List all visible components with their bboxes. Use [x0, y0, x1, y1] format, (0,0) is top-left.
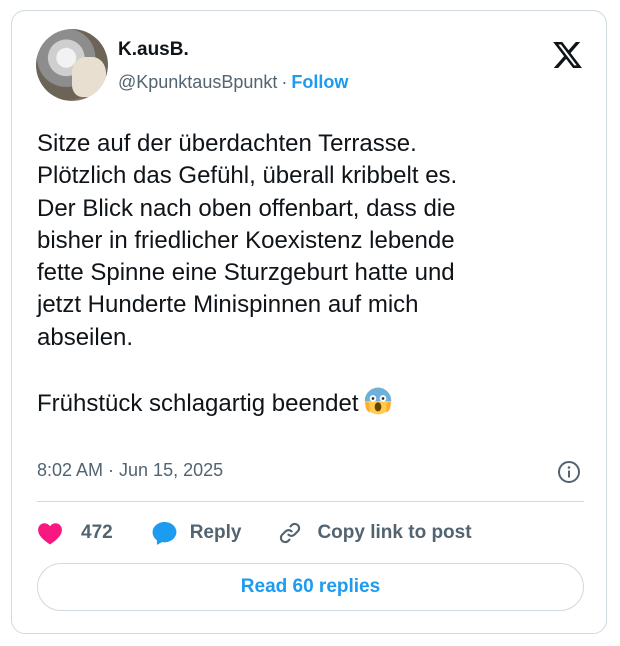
- heart-icon: [38, 523, 62, 545]
- like-count: 472: [81, 522, 113, 543]
- reply-button[interactable]: Reply: [151, 520, 242, 546]
- post-text: Sitze auf der überdachten Terrasse. Plöt…: [37, 128, 582, 421]
- speech-bubble-icon: [152, 521, 177, 545]
- like-button[interactable]: 472: [37, 521, 113, 545]
- copy-link-button[interactable]: Copy link to post: [277, 520, 472, 546]
- avatar[interactable]: [36, 29, 108, 101]
- read-replies-button[interactable]: Read 60 replies: [37, 563, 584, 611]
- copy-link-label: Copy link to post: [317, 522, 472, 543]
- reply-label: Reply: [189, 522, 242, 543]
- author-handle[interactable]: @KpunktausBpunkt: [118, 72, 277, 92]
- info-icon[interactable]: [557, 460, 581, 484]
- read-replies-label: Read 60 replies: [240, 576, 381, 597]
- author-name[interactable]: K.ausB.: [118, 38, 189, 62]
- x-logo-icon[interactable]: [551, 39, 584, 71]
- divider: [37, 501, 584, 502]
- follow-link[interactable]: Follow: [291, 72, 348, 92]
- separator-dot: ·: [281, 72, 288, 92]
- link-icon: [280, 522, 301, 544]
- post-timestamp[interactable]: 8:02 AM · Jun 15, 2025: [37, 458, 223, 482]
- action-bar: 472 Reply Copy link to post: [37, 517, 472, 549]
- author-handle-row: @KpunktausBpunkt · Follow: [118, 70, 348, 94]
- post-card: K.ausB. @KpunktausBpunkt · Follow Sitze au…: [11, 10, 607, 634]
- screaming-face-emoji: [364, 388, 391, 415]
- post-body: Sitze auf der überdachten Terrasse. Plöt…: [37, 130, 458, 418]
